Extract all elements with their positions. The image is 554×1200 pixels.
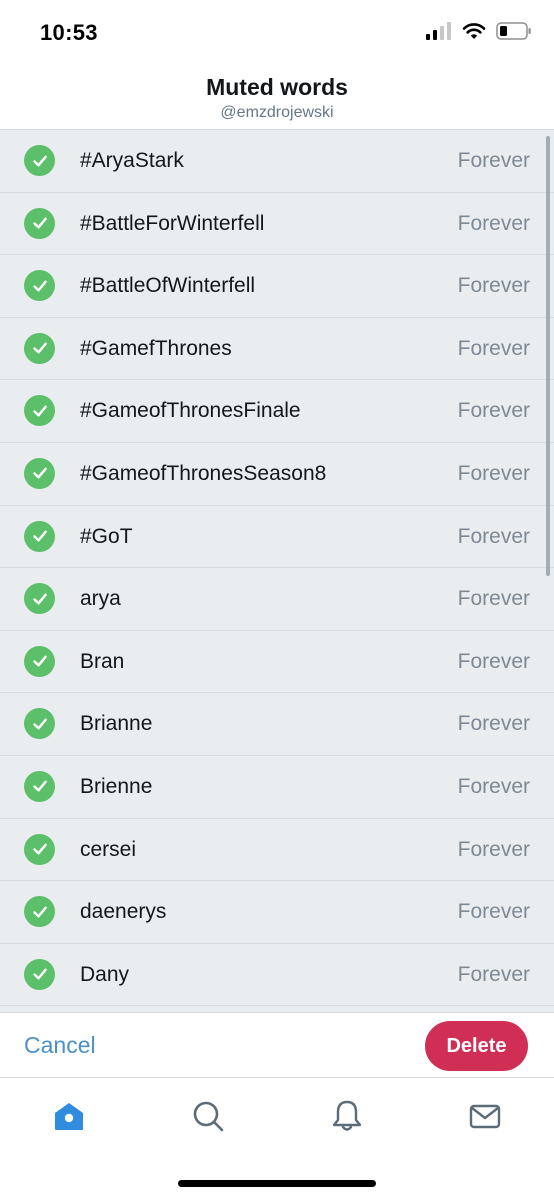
action-bar: Cancel Delete: [0, 1012, 554, 1078]
mute-duration: Forever: [457, 461, 530, 485]
mute-duration: Forever: [457, 587, 530, 611]
mute-duration: Forever: [457, 649, 530, 673]
muted-word-row[interactable]: #BattleOfWinterfell Forever: [0, 255, 554, 318]
tab-search[interactable]: [188, 1096, 228, 1136]
checkmark-icon[interactable]: [24, 896, 55, 928]
mute-duration: Forever: [457, 274, 530, 298]
cellular-signal-icon: [426, 22, 451, 40]
muted-word-label: Dany: [80, 962, 130, 986]
cancel-button[interactable]: Cancel: [24, 1032, 96, 1059]
checkmark-icon[interactable]: [24, 958, 55, 990]
muted-word-row[interactable]: #AryaStark Forever: [0, 130, 554, 193]
checkmark-icon[interactable]: [24, 145, 55, 176]
home-indicator[interactable]: [178, 1180, 376, 1187]
mute-duration: Forever: [457, 211, 530, 235]
checkmark-icon[interactable]: [24, 332, 55, 364]
mute-duration: Forever: [457, 774, 530, 798]
status-bar: 10:53: [0, 0, 554, 64]
mute-duration: Forever: [457, 962, 530, 986]
muted-word-label: #BattleOfWinterfell: [80, 274, 256, 298]
muted-word-label: #GoT: [80, 524, 133, 548]
tab-messages[interactable]: [465, 1096, 505, 1136]
search-icon: [193, 1101, 224, 1132]
muted-word-row[interactable]: arya Forever: [0, 568, 554, 631]
scrollbar[interactable]: [546, 136, 550, 576]
nav-header: Muted words @emzdrojewski: [0, 64, 554, 130]
mute-duration: Forever: [457, 149, 530, 172]
muted-word-label: daenerys: [80, 900, 167, 924]
muted-word-label: #BattleForWinterfell: [80, 211, 265, 235]
tab-home[interactable]: [49, 1096, 89, 1136]
checkmark-icon[interactable]: [24, 207, 55, 239]
wifi-icon: [462, 23, 486, 39]
muted-word-label: Bran: [80, 649, 125, 673]
muted-word-label: Brianne: [80, 712, 153, 736]
muted-word-row[interactable]: Dany Forever: [0, 944, 554, 1007]
checkmark-icon[interactable]: [24, 833, 55, 865]
muted-word-row[interactable]: #GameofThronesSeason8 Forever: [0, 443, 554, 506]
checkmark-icon[interactable]: [24, 270, 55, 302]
page-subtitle: @emzdrojewski: [220, 104, 334, 121]
status-icons: [426, 22, 532, 40]
muted-word-label: #AryaStark: [80, 149, 184, 172]
muted-word-row[interactable]: #GoT Forever: [0, 506, 554, 569]
battery-icon: [496, 22, 531, 40]
muted-word-row[interactable]: #BattleForWinterfell Forever: [0, 193, 554, 256]
checkmark-icon[interactable]: [24, 708, 55, 740]
checkmark-icon[interactable]: [24, 457, 55, 489]
mute-duration: Forever: [457, 524, 530, 548]
muted-word-row[interactable]: Bran Forever: [0, 631, 554, 694]
muted-words-list[interactable]: #AryaStark Forever #BattleForWinterfell …: [0, 130, 554, 1012]
page-title: Muted words: [206, 74, 348, 100]
mail-icon: [469, 1104, 501, 1129]
mute-duration: Forever: [457, 712, 530, 736]
muted-word-label: #GameofThronesSeason8: [80, 461, 327, 485]
home-icon: [55, 1103, 83, 1130]
muted-word-label: cersei: [80, 837, 137, 861]
checkmark-icon[interactable]: [24, 645, 55, 677]
status-time: 10:53: [40, 20, 98, 45]
mute-duration: Forever: [457, 336, 530, 360]
mute-duration: Forever: [457, 900, 530, 924]
muted-word-row[interactable]: daenerys Forever: [0, 881, 554, 944]
mute-duration: Forever: [457, 399, 530, 423]
muted-word-row[interactable]: #GameofThronesFinale Forever: [0, 380, 554, 443]
checkmark-icon[interactable]: [24, 770, 55, 802]
checkmark-icon[interactable]: [24, 395, 55, 427]
checkmark-icon[interactable]: [24, 583, 55, 615]
muted-word-label: arya: [80, 587, 121, 611]
tab-notifications[interactable]: [327, 1096, 367, 1136]
muted-word-row[interactable]: Brianne Forever: [0, 693, 554, 756]
bell-icon: [332, 1100, 362, 1131]
muted-word-label: #GameofThronesFinale: [80, 399, 301, 423]
checkmark-icon[interactable]: [24, 520, 55, 552]
muted-word-row[interactable]: #GamefThrones Forever: [0, 318, 554, 381]
muted-word-row[interactable]: Brienne Forever: [0, 756, 554, 819]
muted-word-row[interactable]: cersei Forever: [0, 819, 554, 882]
mute-duration: Forever: [457, 837, 530, 861]
muted-word-label: Brienne: [80, 774, 153, 798]
muted-word-label: #GamefThrones: [80, 336, 232, 360]
delete-button[interactable]: Delete: [425, 1021, 528, 1071]
